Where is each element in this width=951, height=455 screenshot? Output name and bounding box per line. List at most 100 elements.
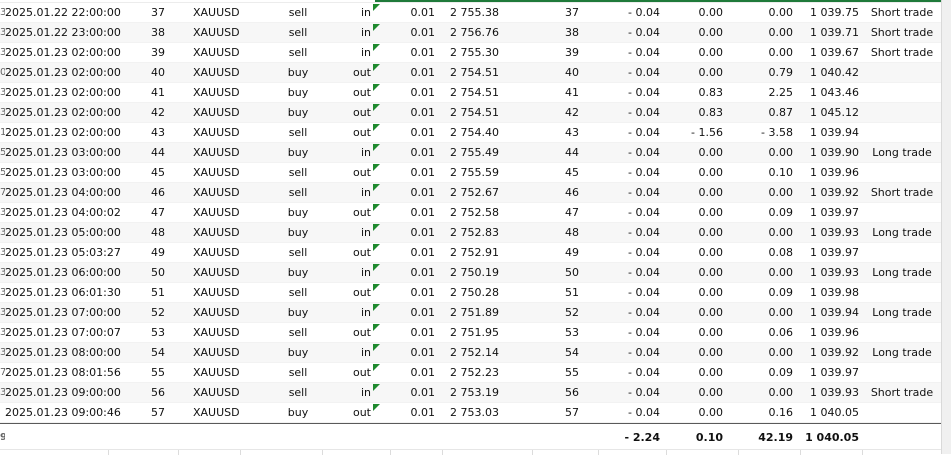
table-row[interactable]: 0 2025.01.23 02:00:00 40 XAUUSD buy out 0.01 2 … — [0, 63, 941, 83]
table-row[interactable]: 3 2025.01.23 09:00:00 56 XAUUSD sell in 0.01 2 … — [0, 383, 941, 403]
row-volume: 0.01 — [410, 146, 436, 159]
row-deal: 43 — [565, 126, 579, 139]
table-row[interactable]: 5 2025.01.23 03:00:00 45 XAUUSD sell out 0.01 2… — [0, 163, 941, 183]
table-row[interactable]: 3 2025.01.22 22:00:00 37 XAUUSD sell in 0.01 2 … — [0, 3, 941, 23]
row-balance: 1 039.94 — [810, 126, 859, 139]
row-commission: - 0.04 — [628, 326, 660, 339]
row-balance: 1 039.75 — [810, 6, 859, 19]
table-row[interactable]: 3 2025.01.23 07:00:00 52 XAUUSD buy in 0.01 2 7… — [0, 303, 941, 323]
table-row[interactable]: 3 2025.01.23 02:00:00 39 XAUUSD sell in 0.01 2 … — [0, 43, 941, 63]
row-profit: 0.09 — [768, 366, 794, 379]
row-time: 2025.01.23 08:00:00 — [5, 346, 121, 359]
table-row[interactable]: 3 2025.01.23 06:00:00 50 XAUUSD buy in 0.01 2 7… — [0, 263, 941, 283]
corner-flag-icon — [373, 144, 380, 151]
row-symbol: XAUUSD — [193, 366, 240, 379]
row-symbol: XAUUSD — [193, 126, 240, 139]
row-swap: 0.00 — [698, 206, 724, 219]
row-swap: 0.00 — [698, 326, 724, 339]
table-row[interactable]: 3 2025.01.23 04:00:02 47 XAUUSD buy out 0.01 2 … — [0, 203, 941, 223]
row-deal: 37 — [565, 6, 579, 19]
row-comment — [867, 403, 937, 423]
row-direction: out — [352, 326, 371, 339]
row-price: 2 756.76 — [450, 26, 499, 39]
table-row[interactable]: 3 2025.01.22 23:00:00 38 XAUUSD sell in 0.01 2 … — [0, 23, 941, 43]
row-swap: 0.00 — [698, 6, 724, 19]
column-divider[interactable] — [390, 450, 391, 455]
column-divider[interactable] — [738, 450, 739, 455]
table-row[interactable]: 3 2025.01.23 02:00:00 41 XAUUSD buy out 0.01 2 … — [0, 83, 941, 103]
row-type: sell — [288, 126, 308, 139]
row-volume: 0.01 — [410, 226, 436, 239]
column-divider[interactable] — [322, 450, 323, 455]
column-divider[interactable] — [862, 450, 863, 455]
row-price: 2 753.19 — [450, 386, 499, 399]
row-type: sell — [288, 166, 308, 179]
row-price: 2 755.30 — [450, 46, 499, 59]
row-commission: - 0.04 — [628, 406, 660, 419]
row-symbol: XAUUSD — [193, 146, 240, 159]
row-swap: 0.00 — [698, 286, 724, 299]
column-divider[interactable] — [800, 450, 801, 455]
row-symbol: XAUUSD — [193, 66, 240, 79]
row-symbol: XAUUSD — [193, 326, 240, 339]
row-swap: 0.00 — [698, 186, 724, 199]
row-order: 44 — [151, 146, 165, 159]
row-type: sell — [288, 186, 308, 199]
row-direction: in — [360, 226, 371, 239]
table-row[interactable]: 3 2025.01.23 05:00:00 48 XAUUSD buy in 0.01 2 7… — [0, 223, 941, 243]
row-price: 2 752.67 — [450, 186, 499, 199]
row-swap: - 1.56 — [691, 126, 723, 139]
row-profit: 0.00 — [768, 146, 794, 159]
column-divider[interactable] — [178, 450, 179, 455]
table-row[interactable]: 1 2025.01.23 02:00:00 43 XAUUSD sell out 0.01 2… — [0, 123, 941, 143]
table-row[interactable]: 3 2025.01.23 07:00:07 53 XAUUSD sell out 0.01 2… — [0, 323, 941, 343]
row-direction: out — [352, 286, 371, 299]
row-type: sell — [288, 366, 308, 379]
row-profit: 0.00 — [768, 226, 794, 239]
row-symbol: XAUUSD — [193, 206, 240, 219]
row-profit: 0.00 — [768, 6, 794, 19]
row-volume: 0.01 — [410, 26, 436, 39]
table-row[interactable]: 3 2025.01.23 06:01:30 51 XAUUSD sell out 0.01 2… — [0, 283, 941, 303]
row-balance: 1 045.12 — [810, 106, 859, 119]
row-balance: 1 039.96 — [810, 166, 859, 179]
row-commission: - 0.04 — [628, 46, 660, 59]
table-row[interactable]: 3 2025.01.23 08:00:00 54 XAUUSD buy in 0.01 2 7… — [0, 343, 941, 363]
row-deal: 44 — [565, 146, 579, 159]
row-time: 2025.01.23 04:00:02 — [5, 206, 121, 219]
row-direction: out — [352, 406, 371, 419]
row-time: 2025.01.23 09:00:46 — [5, 406, 121, 419]
column-divider[interactable] — [108, 450, 109, 455]
row-volume: 0.01 — [410, 346, 436, 359]
row-deal: 55 — [565, 366, 579, 379]
corner-flag-icon — [373, 304, 380, 311]
row-comment: Long trade — [872, 306, 932, 319]
row-order: 37 — [151, 6, 165, 19]
column-divider[interactable] — [598, 450, 599, 455]
row-direction: in — [360, 146, 371, 159]
row-comment — [867, 363, 937, 383]
row-comment — [867, 283, 937, 303]
table-row[interactable]: 3 2025.01.23 02:00:00 42 XAUUSD buy out 0.01 2 … — [0, 103, 941, 123]
row-swap: 0.00 — [698, 246, 724, 259]
row-commission: - 0.04 — [628, 106, 660, 119]
row-order: 47 — [151, 206, 165, 219]
totals-profit: 42.19 — [758, 431, 793, 444]
column-divider[interactable] — [442, 450, 443, 455]
row-balance: 1 040.42 — [810, 66, 859, 79]
table-row[interactable]: 7 2025.01.23 08:01:56 55 XAUUSD sell out 0.01 2… — [0, 363, 941, 383]
row-type: sell — [288, 286, 308, 299]
row-profit: 0.00 — [768, 186, 794, 199]
column-divider[interactable] — [240, 450, 241, 455]
column-divider[interactable] — [532, 450, 533, 455]
row-volume: 0.01 — [410, 286, 436, 299]
table-row[interactable]: 3 2025.01.23 05:03:27 49 XAUUSD sell out 0.01 2… — [0, 243, 941, 263]
row-profit: 0.00 — [768, 306, 794, 319]
table-row[interactable]: 2025.01.23 09:00:46 57 XAUUSD buy out 0.01 2 7… — [0, 403, 941, 423]
row-order: 46 — [151, 186, 165, 199]
vertical-scrollbar[interactable] — [941, 0, 951, 454]
row-time: 2025.01.23 06:01:30 — [5, 286, 121, 299]
table-row[interactable]: 7 2025.01.23 04:00:00 46 XAUUSD sell in 0.01 2 … — [0, 183, 941, 203]
table-row[interactable]: 5 2025.01.23 03:00:00 44 XAUUSD buy in 0.01 2 7… — [0, 143, 941, 163]
column-divider[interactable] — [666, 450, 667, 455]
